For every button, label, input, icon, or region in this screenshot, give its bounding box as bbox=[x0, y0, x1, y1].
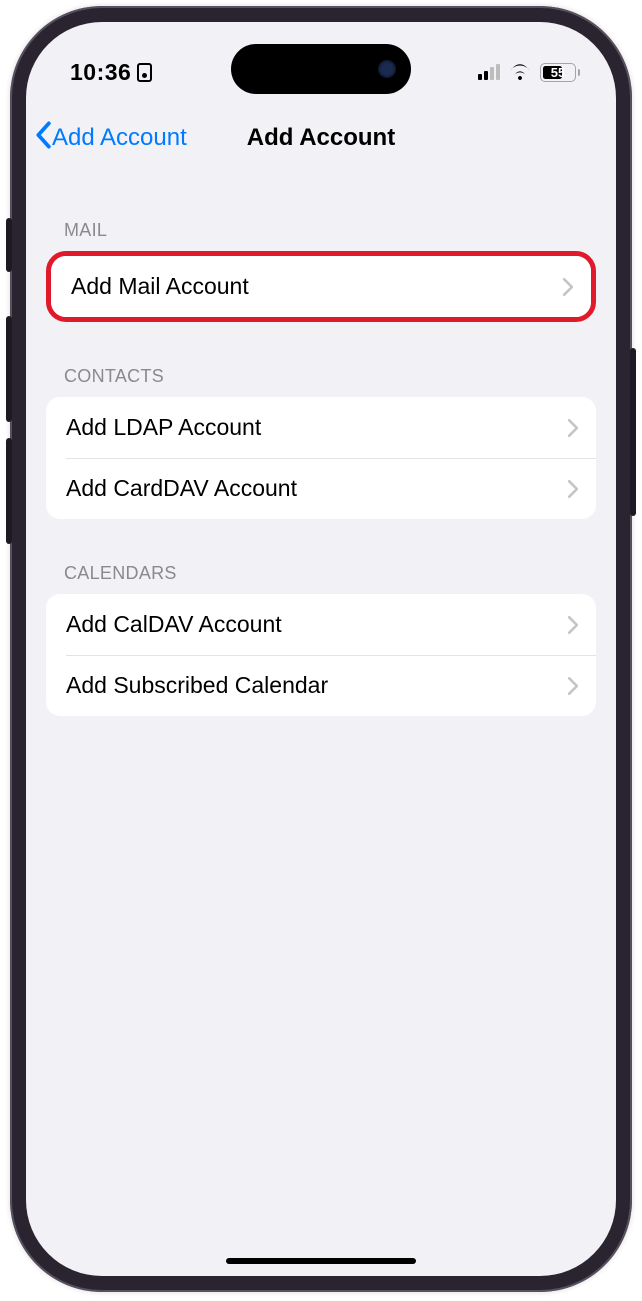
group-mail: Add Mail Account bbox=[51, 256, 591, 317]
row-add-caldav-account[interactable]: Add CalDAV Account bbox=[46, 594, 596, 655]
wifi-icon bbox=[508, 63, 532, 81]
navigation-bar: Add Account Add Account bbox=[26, 110, 616, 166]
side-button bbox=[6, 218, 12, 272]
chevron-right-icon bbox=[567, 677, 578, 695]
status-left: 10:36 bbox=[70, 59, 152, 86]
back-label: Add Account bbox=[52, 124, 187, 152]
row-add-mail-account[interactable]: Add Mail Account bbox=[51, 256, 591, 317]
group-calendars: Add CalDAV Account Add Subscribed Calend… bbox=[46, 594, 596, 716]
row-label: Add CalDAV Account bbox=[66, 611, 282, 638]
home-indicator[interactable] bbox=[226, 1258, 416, 1264]
chevron-right-icon bbox=[562, 278, 573, 296]
row-label: Add Subscribed Calendar bbox=[66, 672, 328, 699]
front-camera bbox=[378, 60, 396, 78]
row-label: Add Mail Account bbox=[71, 273, 249, 300]
chevron-left-icon bbox=[34, 121, 52, 156]
chevron-right-icon bbox=[567, 480, 578, 498]
status-time: 10:36 bbox=[70, 59, 131, 86]
status-right: 55 bbox=[478, 63, 580, 82]
power-button bbox=[630, 348, 636, 516]
row-add-subscribed-calendar[interactable]: Add Subscribed Calendar bbox=[46, 655, 596, 716]
dynamic-island bbox=[231, 44, 411, 94]
highlight-annotation: Add Mail Account bbox=[46, 251, 596, 322]
section-header-mail: MAIL bbox=[46, 220, 596, 251]
volume-down-button bbox=[6, 438, 12, 544]
group-contacts: Add LDAP Account Add CardDAV Account bbox=[46, 397, 596, 519]
page-title: Add Account bbox=[247, 124, 395, 152]
section-header-contacts: CONTACTS bbox=[46, 366, 596, 397]
chevron-right-icon bbox=[567, 616, 578, 634]
screen: 10:36 55 bbox=[26, 22, 616, 1276]
iphone-frame: 10:36 55 bbox=[10, 6, 632, 1292]
section-header-calendars: CALENDARS bbox=[46, 563, 596, 594]
row-label: Add CardDAV Account bbox=[66, 475, 297, 502]
back-button[interactable]: Add Account bbox=[34, 121, 187, 156]
cellular-signal-icon bbox=[478, 64, 500, 80]
row-add-ldap-account[interactable]: Add LDAP Account bbox=[46, 397, 596, 458]
content-area: MAIL Add Mail Account CONTACTS Add LDAP … bbox=[26, 190, 616, 1276]
row-label: Add LDAP Account bbox=[66, 414, 261, 441]
battery-percent: 55 bbox=[551, 65, 565, 80]
battery-indicator: 55 bbox=[540, 63, 580, 82]
row-add-carddav-account[interactable]: Add CardDAV Account bbox=[46, 458, 596, 519]
chevron-right-icon bbox=[567, 419, 578, 437]
sim-icon bbox=[137, 63, 152, 82]
volume-up-button bbox=[6, 316, 12, 422]
